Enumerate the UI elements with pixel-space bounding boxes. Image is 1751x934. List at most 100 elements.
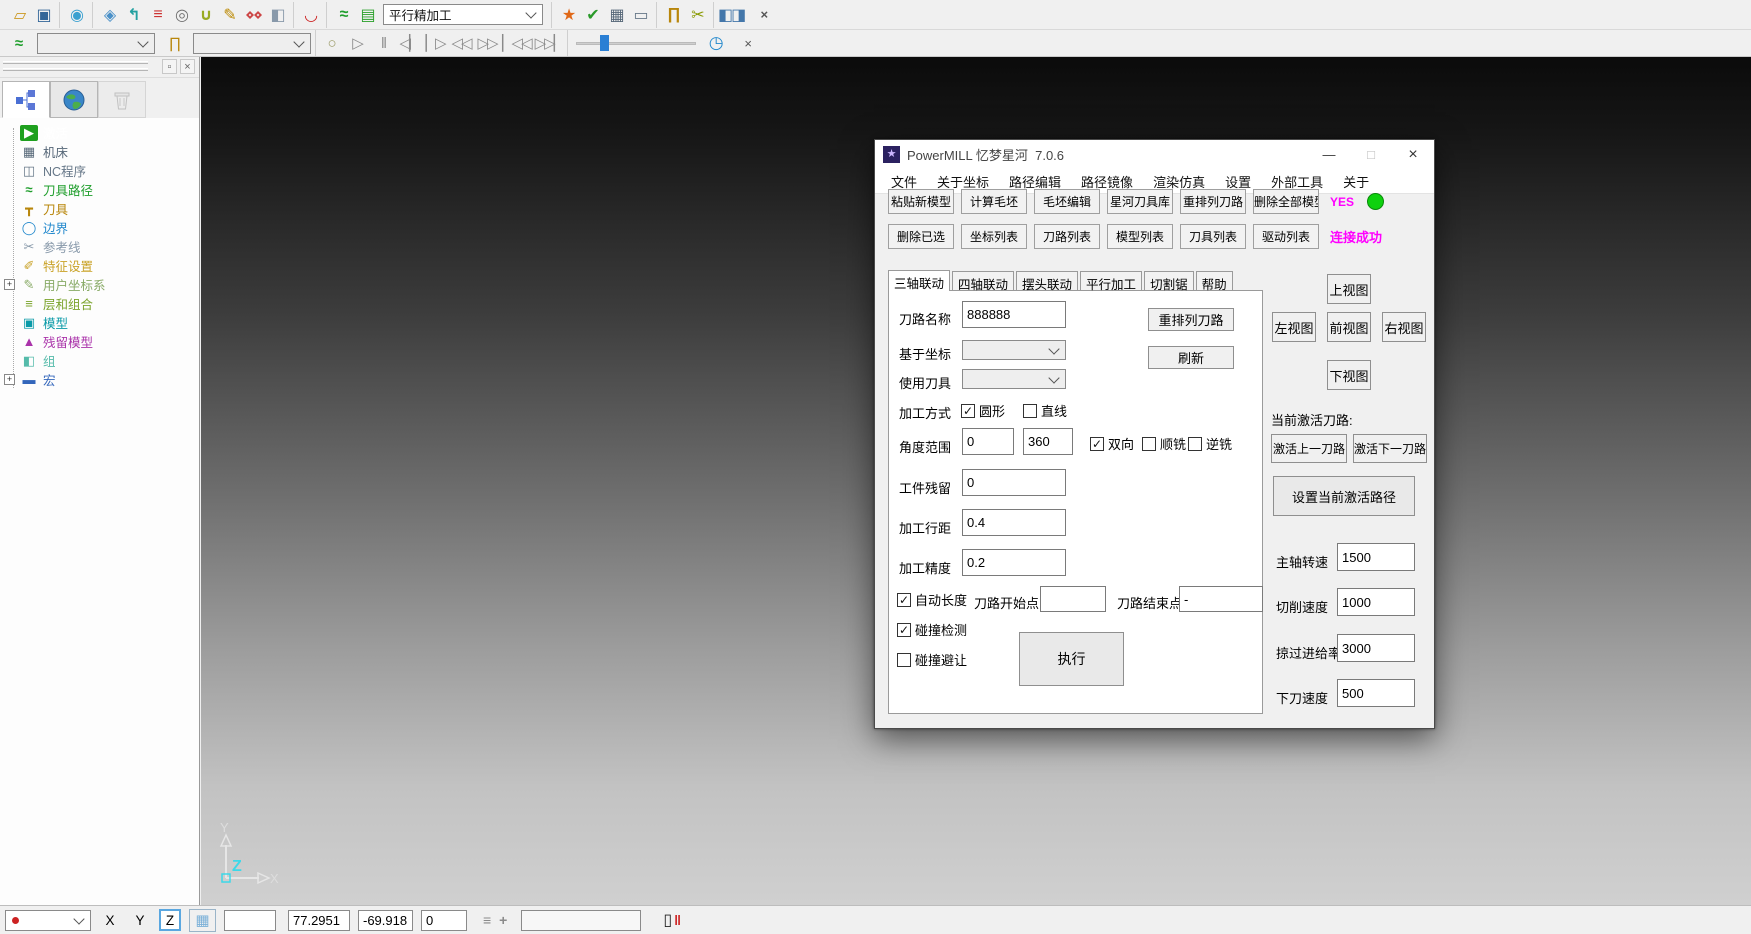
menu-path-mirror[interactable]: 路径镜像 [1071, 172, 1143, 191]
coord-z-field[interactable]: 0 [421, 910, 467, 931]
expander-icon[interactable] [4, 184, 15, 195]
tab-tilt-head[interactable]: 摆头联动 [1016, 271, 1078, 290]
tree-item-levels-sets[interactable]: ≡ 层和组合 [4, 294, 199, 313]
chevron-down-icon[interactable] [137, 36, 148, 47]
left-view-button[interactable]: 左视图 [1272, 312, 1316, 342]
dock-grip[interactable] [3, 68, 148, 71]
tree-item-feature-sets[interactable]: ✐ 特征设置 [4, 256, 199, 275]
expander-icon[interactable] [4, 241, 15, 252]
climb-mill-checkbox[interactable]: 顺铣 [1142, 434, 1186, 453]
toolbar-close-icon[interactable]: × [752, 3, 776, 27]
drive-list-button[interactable]: 驱动列表 [1253, 224, 1319, 249]
save-icon[interactable]: ▣ [31, 3, 55, 27]
nc-program-icon[interactable]: ≡ [145, 3, 169, 27]
stock-allowance-input[interactable] [962, 469, 1066, 496]
stepover-input[interactable] [962, 509, 1066, 536]
chevron-down-icon[interactable] [293, 36, 304, 47]
go-end-icon[interactable]: ▷▷▏ [535, 31, 564, 55]
axes-list-icon[interactable]: ≡ [483, 912, 491, 928]
scissors-icon[interactable]: ✂ [685, 3, 709, 27]
tree-item-macros[interactable]: + ▬ 宏 [4, 370, 199, 389]
chevron-down-icon[interactable] [73, 913, 84, 924]
strategy-list-icon[interactable]: ▤ [355, 3, 379, 27]
coord-list-button[interactable]: 坐标列表 [961, 224, 1027, 249]
tab-explorer-tree[interactable] [2, 81, 50, 118]
axis-z-button[interactable]: Z [159, 909, 181, 931]
open-file-icon[interactable]: ▱ [7, 3, 31, 27]
fast-forward-icon[interactable]: ▷▷ [476, 31, 498, 55]
go-start-icon[interactable]: ▏◁◁ [502, 31, 531, 55]
pause-icon[interactable]: ‖ [372, 31, 394, 55]
menu-render-sim[interactable]: 渲染仿真 [1143, 172, 1215, 191]
panel-float-icon[interactable]: ▫ [162, 59, 177, 74]
tree-item-groups[interactable]: ◧ 组 [4, 351, 199, 370]
menu-about-coords[interactable]: 关于坐标 [927, 172, 999, 191]
star-icon[interactable]: ★ [556, 3, 580, 27]
expander-icon[interactable] [4, 222, 15, 233]
find-blocks-icon[interactable]: ◧◨ [718, 3, 744, 27]
sim-toolpath-icon[interactable]: ≈ [7, 31, 29, 55]
tab-3axis[interactable]: 三轴联动 [888, 270, 950, 291]
toolpath-strategies-icon[interactable]: ≈ [331, 3, 355, 27]
spindle-speed-input[interactable] [1337, 543, 1415, 571]
paste-new-model-button[interactable]: 粘贴新模型 [888, 189, 954, 214]
close-button[interactable]: × [1392, 140, 1434, 169]
menu-settings[interactable]: 设置 [1215, 172, 1261, 191]
cutting-speed-input[interactable] [1337, 588, 1415, 616]
toolpath-name-input[interactable] [962, 301, 1066, 328]
set-active-path-button[interactable]: 设置当前激活路径 [1273, 476, 1415, 516]
expander-icon[interactable] [4, 298, 15, 309]
angle-to-input[interactable] [1023, 428, 1073, 455]
tolerance-input[interactable] [962, 549, 1066, 576]
chevron-down-icon[interactable] [1048, 372, 1059, 383]
tool-combo[interactable] [962, 369, 1066, 389]
collision-avoid-checkbox[interactable]: 碰撞避让 [897, 650, 967, 669]
light-icon[interactable]: ○ [320, 31, 342, 55]
coord-y-field[interactable]: -69.918 [358, 910, 413, 931]
tree-item-toolpaths[interactable]: ≈ 刀具路径 [4, 180, 199, 199]
conventional-mill-checkbox[interactable]: 逆铣 [1188, 434, 1232, 453]
sim-speed-slider[interactable] [576, 33, 696, 53]
right-view-button[interactable]: 右视图 [1382, 312, 1426, 342]
strategy-combo[interactable]: 平行精加工 [383, 4, 543, 25]
toolpath-arc-icon[interactable]: ◡ [298, 3, 322, 27]
pattern-pencil-icon[interactable]: ✎ [217, 3, 241, 27]
coord-x-field[interactable]: 77.2951 [288, 910, 350, 931]
menu-file[interactable]: 文件 [881, 172, 927, 191]
dock-grip[interactable] [3, 61, 148, 64]
toolpath-list-button[interactable]: 刀路列表 [1034, 224, 1100, 249]
boundary-tool-icon[interactable]: ∪ [193, 3, 217, 27]
axis-x-button[interactable]: X [99, 909, 121, 931]
project-ball-icon[interactable]: ◉ [64, 3, 88, 27]
tree-item-nc-programs[interactable]: ◫ NC程序 [4, 161, 199, 180]
tab-help[interactable]: 帮助 [1196, 271, 1233, 290]
coord-combo[interactable] [962, 340, 1066, 360]
ball-tool-icon[interactable]: ◎ [169, 3, 193, 27]
collision-check-checkbox[interactable]: ✓ 碰撞检测 [897, 620, 967, 639]
statusbar-field-2[interactable] [521, 910, 641, 931]
rapid-move-icon[interactable]: ↰ [121, 3, 145, 27]
statusbar-field-1[interactable] [224, 910, 276, 931]
tool-database-icon[interactable]: ∏ [163, 31, 185, 55]
expander-icon[interactable] [4, 336, 15, 347]
circular-checkbox[interactable]: ✓ 圆形 [961, 401, 1005, 420]
expander-icon[interactable] [4, 165, 15, 176]
block-icon[interactable]: ◈ [97, 3, 121, 27]
delete-selected-button[interactable]: 删除已选 [888, 224, 954, 249]
rearrange-toolpaths-button[interactable]: 重排列刀路 [1180, 189, 1246, 214]
menu-path-edit[interactable]: 路径编辑 [999, 172, 1071, 191]
tab-4axis[interactable]: 四轴联动 [952, 271, 1014, 290]
bottom-view-button[interactable]: 下视图 [1327, 360, 1371, 390]
delete-all-models-button[interactable]: 删除全部模型 [1253, 189, 1319, 214]
axis-y-button[interactable]: Y [129, 909, 151, 931]
activate-prev-toolpath-button[interactable]: 激活上一刀路 [1271, 434, 1347, 463]
feature-icon[interactable]: ◧ [265, 3, 289, 27]
tree-item-boundaries[interactable]: ◯ 边界 [4, 218, 199, 237]
angle-from-input[interactable] [962, 428, 1014, 455]
sim-tool-combo[interactable] [193, 33, 311, 54]
step-back-icon[interactable]: ◁▏ [398, 31, 420, 55]
tool-pair-icon[interactable]: ∏ [661, 3, 685, 27]
tree-item-workplanes[interactable]: + ✎ 用户坐标系 [4, 275, 199, 294]
tool-library-button[interactable]: 星河刀具库 [1107, 189, 1173, 214]
tree-item-machine[interactable]: ▦ 机床 [4, 142, 199, 161]
